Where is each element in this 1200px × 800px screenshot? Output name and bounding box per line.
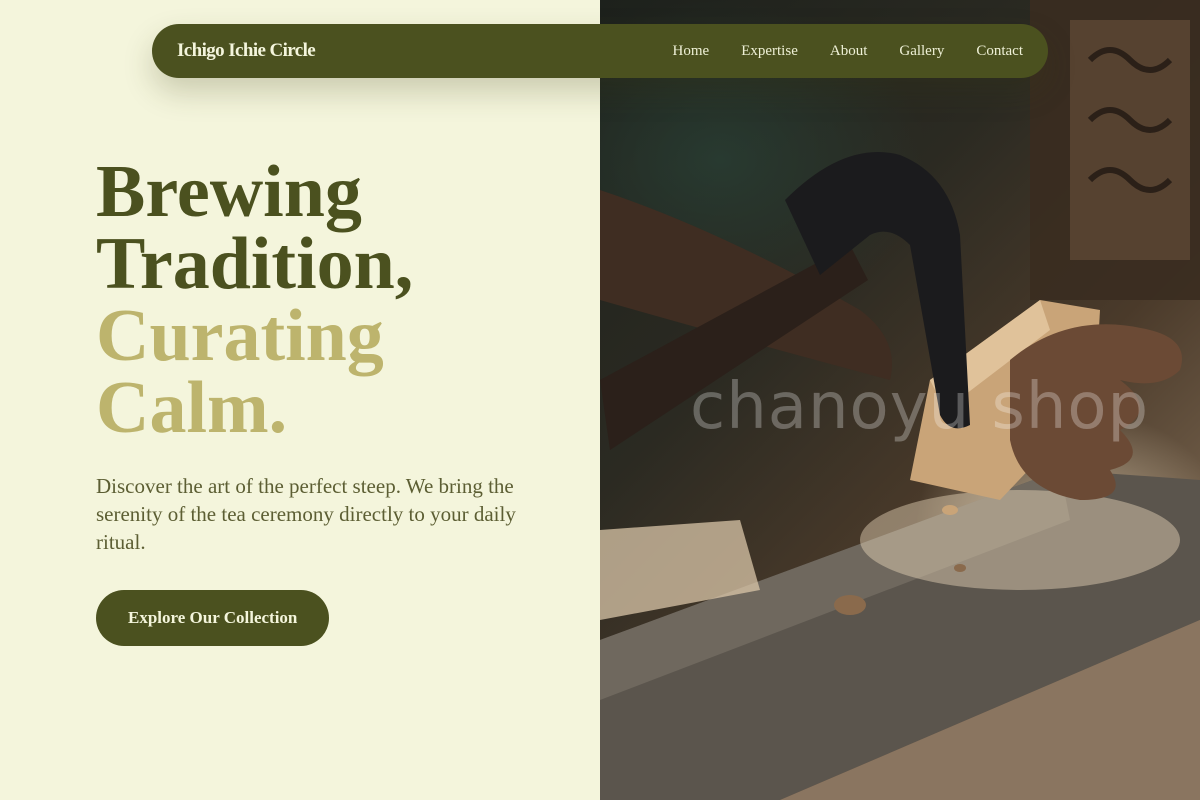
headline-line-4: Calm.: [96, 367, 288, 449]
explore-collection-button[interactable]: Explore Our Collection: [96, 590, 330, 646]
nav-link-home[interactable]: Home: [673, 43, 710, 60]
top-navigation-bar: Ichigo Ichie Circle Home Expertise About…: [152, 24, 1048, 78]
headline-line-1: Brewing: [96, 151, 362, 233]
brand-logo-text[interactable]: Ichigo Ichie Circle: [177, 40, 316, 62]
nav-link-expertise[interactable]: Expertise: [741, 43, 798, 60]
headline-line-3: Curating: [96, 295, 384, 377]
nav-link-contact[interactable]: Contact: [976, 43, 1023, 60]
watermark-text: chanoyu shop: [690, 370, 1150, 444]
headline-line-2: Tradition,: [96, 223, 414, 305]
nav-link-gallery[interactable]: Gallery: [899, 43, 944, 60]
nav-link-about[interactable]: About: [830, 43, 868, 60]
hero-headline: Brewing Tradition, Curating Calm.: [96, 151, 556, 449]
hero-section: Brewing Tradition, Curating Calm. Discov…: [96, 151, 556, 646]
nav-links: Home Expertise About Gallery Contact: [641, 43, 1023, 60]
hero-description: Discover the art of the perfect steep. W…: [96, 474, 516, 554]
hero-photo: chanoyu shop: [600, 0, 1200, 800]
